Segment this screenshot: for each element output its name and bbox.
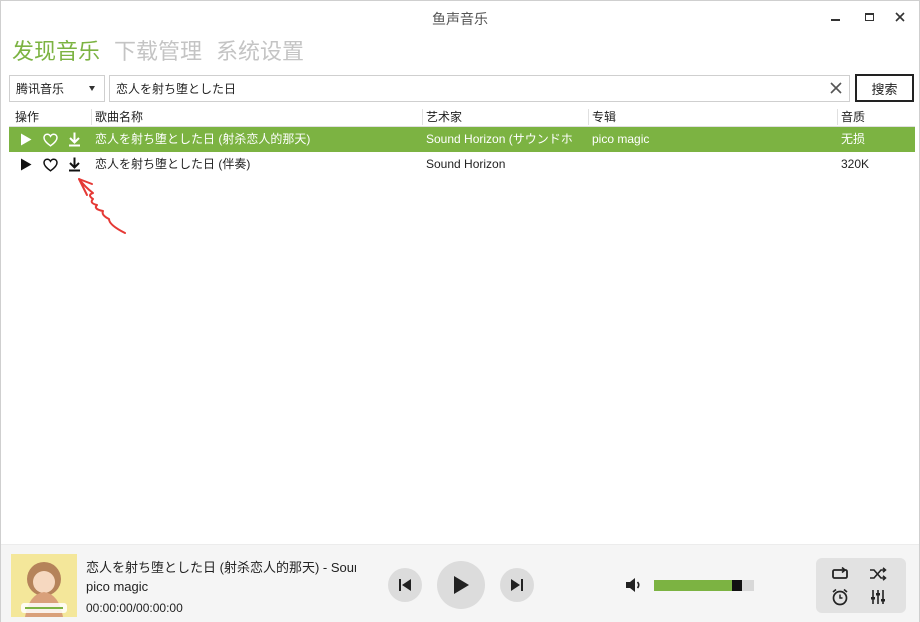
minimize-icon <box>830 19 840 21</box>
favorite-button[interactable] <box>41 131 59 148</box>
song-title: 恋人を射ち堕とした日 (伴奏) <box>95 157 251 171</box>
column-header-actions: 操作 <box>15 110 40 124</box>
song-artist: Sound Horizon <box>426 157 506 171</box>
dropdown-arrow-icon <box>89 86 95 91</box>
music-source-value: 腾讯音乐 <box>16 82 65 96</box>
heart-icon <box>42 157 58 172</box>
download-icon <box>68 157 80 172</box>
app-window: 鱼声音乐 发现音乐 下载管理 系统设置 腾讯音乐 搜索 操作 歌曲名称 艺术家 … <box>0 0 920 622</box>
play-button[interactable] <box>437 561 485 609</box>
playback-time: 00:00:00/00:00:00 <box>86 601 183 615</box>
column-header-title[interactable]: 歌曲名称 <box>91 109 143 125</box>
row-actions <box>17 156 83 173</box>
album-cover[interactable] <box>11 554 77 617</box>
search-input[interactable] <box>110 76 810 101</box>
repeat-button[interactable] <box>830 565 850 583</box>
tab-discover-music[interactable]: 发现音乐 <box>12 37 100 67</box>
maximize-button[interactable] <box>858 7 880 27</box>
equalizer-button[interactable] <box>868 588 888 606</box>
play-icon <box>21 158 32 171</box>
download-icon <box>68 132 80 147</box>
play-song-button[interactable] <box>17 156 35 173</box>
search-button[interactable]: 搜索 <box>855 74 914 102</box>
tab-download-manager[interactable]: 下载管理 <box>114 37 202 67</box>
table-header: 操作 歌曲名称 艺术家 专辑 音质 <box>9 105 915 127</box>
player-bar: 恋人を射ち堕とした日 (射杀恋人的那天) - Sound pico magic … <box>1 544 919 622</box>
song-artist: Sound Horizon (サウンドホ <box>426 132 573 146</box>
volume-level-fill <box>654 580 732 591</box>
song-title: 恋人を射ち堕とした日 (射杀恋人的那天) <box>95 132 311 146</box>
album-art-image <box>11 554 77 617</box>
column-header-quality[interactable]: 音质 <box>837 109 865 125</box>
volume-slider[interactable] <box>654 580 754 591</box>
volume-icon[interactable] <box>625 576 643 594</box>
results-table: 操作 歌曲名称 艺术家 专辑 音质 恋人を射ち堕とした日 (射杀恋人的那天) S… <box>9 105 915 177</box>
download-button[interactable] <box>65 156 83 173</box>
shuffle-icon <box>870 567 887 581</box>
equalizer-icon <box>871 590 885 604</box>
title-bar: 鱼声音乐 <box>1 1 919 33</box>
alarm-icon <box>832 588 848 606</box>
song-album: pico magic <box>592 132 650 146</box>
now-playing-title: 恋人を射ち堕とした日 (射杀恋人的那天) - Sound <box>86 560 356 575</box>
song-quality: 320K <box>841 157 870 171</box>
previous-icon <box>399 579 411 591</box>
tab-system-settings[interactable]: 系统设置 <box>216 37 304 67</box>
play-song-button[interactable] <box>17 131 35 148</box>
music-source-select[interactable]: 腾讯音乐 <box>9 75 105 102</box>
next-icon <box>511 579 523 591</box>
repeat-icon <box>832 567 848 579</box>
minimize-button[interactable] <box>824 7 846 27</box>
window-title: 鱼声音乐 <box>432 11 488 27</box>
now-playing-album: pico magic <box>86 579 149 594</box>
previous-button[interactable] <box>388 568 422 602</box>
heart-icon <box>42 132 58 147</box>
main-tabs: 发现音乐 下载管理 系统设置 <box>12 37 304 67</box>
close-icon <box>895 12 905 22</box>
search-box <box>109 75 850 102</box>
clear-search-icon[interactable] <box>828 80 844 96</box>
song-quality: 无损 <box>841 132 866 146</box>
close-button[interactable] <box>889 7 911 27</box>
table-row[interactable]: 恋人を射ち堕とした日 (伴奏) Sound Horizon 320K <box>9 152 915 177</box>
favorite-button[interactable] <box>41 156 59 173</box>
play-icon <box>21 133 32 146</box>
table-row[interactable]: 恋人を射ち堕とした日 (射杀恋人的那天) Sound Horizon (サウンド… <box>9 127 915 152</box>
download-button[interactable] <box>65 131 83 148</box>
shuffle-button[interactable] <box>868 565 888 583</box>
row-actions <box>17 131 83 148</box>
play-mode-panel <box>816 558 906 613</box>
column-header-album[interactable]: 专辑 <box>588 109 616 125</box>
maximize-icon <box>864 13 874 21</box>
annotation-arrow-icon <box>78 178 126 234</box>
volume-knob[interactable] <box>732 580 742 591</box>
next-button[interactable] <box>500 568 534 602</box>
sleep-timer-button[interactable] <box>830 588 850 606</box>
play-icon <box>454 576 469 594</box>
column-header-artist[interactable]: 艺术家 <box>422 109 462 125</box>
